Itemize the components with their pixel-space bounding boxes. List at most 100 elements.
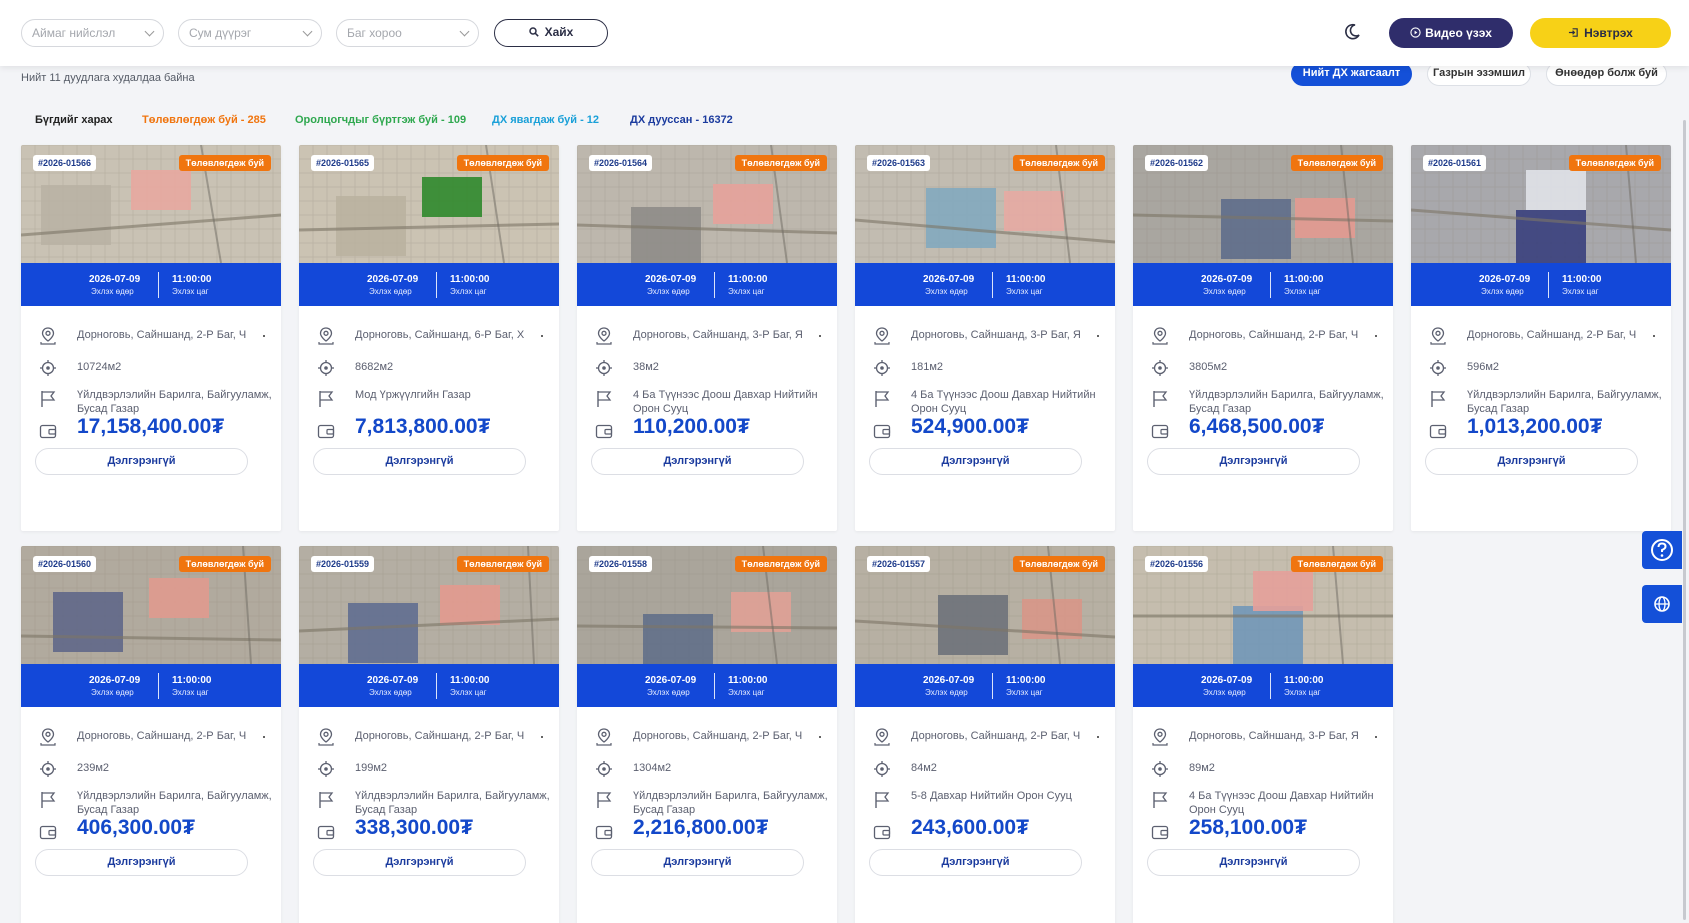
start-time-label: Эхлэх цаг [172, 688, 209, 697]
details-button[interactable]: Дэлгэрэнгүй [869, 849, 1082, 876]
details-button[interactable]: Дэлгэрэнгүй [313, 849, 526, 876]
auction-card[interactable]: #2026-01564 Төлөвлөгдөж буй 2026-07-09 Э… [577, 145, 837, 531]
map-pin-icon [1430, 327, 1446, 345]
map-pin-icon [318, 327, 334, 345]
price-text: 406,300.00₮ [77, 816, 195, 839]
location-text: Дорноговь, Сайншанд, 2-Р Баг, Ч [77, 329, 247, 341]
province-select[interactable]: Аймаг нийслэл [21, 19, 164, 47]
status-badge: Төлөвлөгдөж буй [734, 155, 827, 171]
land-use-text: Үйлдвэрлэлийн Барилга, Байгууламж, Бусад… [77, 389, 272, 415]
auction-card[interactable]: #2026-01559 Төлөвлөгдөж буй 2026-07-09 Э… [299, 546, 559, 923]
auction-card[interactable]: #2026-01560 Төлөвлөгдөж буй 2026-07-09 Э… [21, 546, 281, 923]
divider [992, 673, 993, 699]
watch-video-button[interactable]: Видео үзэх [1389, 18, 1513, 48]
auction-card[interactable]: #2026-01557 Төлөвлөгдөж буй 2026-07-09 Э… [855, 546, 1115, 923]
help-button[interactable] [1642, 531, 1682, 569]
login-icon [1569, 28, 1578, 37]
auction-card[interactable]: #2026-01561 Төлөвлөгдөж буй 2026-07-09 Э… [1411, 145, 1671, 531]
location-text: Дорноговь, Сайншанд, 3-Р Баг, Я [911, 329, 1081, 341]
start-date-label: Эхлэх өдөр [91, 287, 134, 296]
filter-finished[interactable]: ДХ дууссан - 16372 [630, 114, 733, 126]
price-text: 2,216,800.00₮ [633, 816, 769, 839]
details-button[interactable]: Дэлгэрэнгүй [591, 849, 804, 876]
status-badge: Төлөвлөгдөж буй [456, 556, 549, 572]
province-select-value: Аймаг нийслэл [32, 26, 116, 40]
auction-card[interactable]: #2026-01556 Төлөвлөгдөж буй 2026-07-09 Э… [1133, 546, 1393, 923]
filter-registering[interactable]: Оролцогчдыг бүртгэж буй - 109 [295, 114, 466, 126]
more-dot [819, 736, 821, 738]
help-circle-icon [1651, 539, 1673, 561]
status-badge: Төлөвлөгдөж буй [178, 556, 271, 572]
start-date-label: Эхлэх өдөр [925, 688, 968, 697]
language-button[interactable] [1642, 585, 1682, 623]
details-button[interactable]: Дэлгэрэнгүй [313, 448, 526, 475]
map-pin-icon [40, 728, 56, 746]
start-date: 2026-07-09 [1201, 274, 1253, 285]
moon-icon[interactable] [1342, 22, 1362, 42]
location-text: Дорноговь, Сайншанд, 2-Р Баг, Ч [355, 730, 525, 742]
auction-id-badge: #2026-01561 [1423, 155, 1487, 171]
start-time-label: Эхлэх цаг [1284, 688, 1321, 697]
more-dot [1097, 736, 1099, 738]
area-text: 8682м2 [355, 361, 394, 373]
auction-card[interactable]: #2026-01566 Төлөвлөгдөж буй 2026-07-09 Э… [21, 145, 281, 531]
status-badge: Төлөвлөгдөж буй [1012, 155, 1105, 171]
wallet-icon [1429, 424, 1447, 439]
details-button[interactable]: Дэлгэрэнгүй [869, 448, 1082, 475]
auction-card[interactable]: #2026-01562 Төлөвлөгдөж буй 2026-07-09 Э… [1133, 145, 1393, 531]
crosshair-icon [1430, 360, 1446, 376]
chevron-down-icon [459, 26, 470, 37]
details-button[interactable]: Дэлгэрэнгүй [1147, 448, 1360, 475]
start-date: 2026-07-09 [367, 274, 419, 285]
details-button[interactable]: Дэлгэрэнгүй [1147, 849, 1360, 876]
divider [158, 272, 159, 298]
subdistrict-select-value: Баг хороо [347, 26, 402, 40]
start-date: 2026-07-09 [367, 675, 419, 686]
start-date-label: Эхлэх өдөр [369, 688, 412, 697]
login-button[interactable]: Нэвтрэх [1530, 18, 1671, 48]
search-button[interactable]: Хайх [494, 19, 608, 47]
start-time-label: Эхлэх цаг [728, 287, 765, 296]
filter-ongoing[interactable]: ДХ явагдаж буй - 12 [492, 114, 599, 126]
divider [158, 673, 159, 699]
filter-planning[interactable]: Төлөвлөгдөж буй - 285 [142, 114, 266, 126]
start-date-label: Эхлэх өдөр [369, 287, 412, 296]
district-select[interactable]: Сум дүүрэг [178, 19, 322, 47]
chevron-down-icon [144, 26, 155, 37]
start-date-label: Эхлэх өдөр [647, 688, 690, 697]
schedule-band: 2026-07-09 Эхлэх өдөр 11:00:00 Эхлэх цаг [21, 664, 281, 707]
start-date-label: Эхлэх өдөр [1203, 688, 1246, 697]
wallet-icon [1151, 825, 1169, 840]
price-text: 17,158,400.00₮ [77, 415, 225, 438]
price-text: 258,100.00₮ [1189, 816, 1307, 839]
status-badge: Төлөвлөгдөж буй [1290, 155, 1383, 171]
scrollbar[interactable] [1683, 120, 1686, 920]
location-text: Дорноговь, Сайншанд, 2-Р Баг, Ч [1467, 329, 1637, 341]
details-button[interactable]: Дэлгэрэнгүй [35, 849, 248, 876]
location-text: Дорноговь, Сайншанд, 6-Р Баг, Х [355, 329, 525, 341]
start-time-label: Эхлэх цаг [1562, 287, 1599, 296]
land-use-text: 4 Ба Түүнээс Доош Давхар Нийтийн Орон Су… [911, 389, 1096, 415]
details-button[interactable]: Дэлгэрэнгүй [591, 448, 804, 475]
auction-id-badge: #2026-01558 [589, 556, 653, 572]
subdistrict-select[interactable]: Баг хороо [336, 19, 479, 47]
schedule-band: 2026-07-09 Эхлэх өдөр 11:00:00 Эхлэх цаг [855, 664, 1115, 707]
area-text: 38м2 [633, 361, 659, 373]
wallet-icon [39, 424, 57, 439]
filter-all[interactable]: Бүгдийг харах [35, 114, 113, 126]
auction-card[interactable]: #2026-01558 Төлөвлөгдөж буй 2026-07-09 Э… [577, 546, 837, 923]
details-button[interactable]: Дэлгэрэнгүй [1425, 448, 1638, 475]
details-button[interactable]: Дэлгэрэнгүй [35, 448, 248, 475]
start-date-label: Эхлэх өдөр [925, 287, 968, 296]
map-pin-icon [596, 728, 612, 746]
crosshair-icon [1152, 761, 1168, 777]
start-time-label: Эхлэх цаг [450, 287, 487, 296]
search-button-label: Хайх [544, 25, 574, 39]
start-date: 2026-07-09 [645, 675, 697, 686]
wallet-icon [873, 424, 891, 439]
auction-card[interactable]: #2026-01563 Төлөвлөгдөж буй 2026-07-09 Э… [855, 145, 1115, 531]
divider [1548, 272, 1549, 298]
crosshair-icon [1152, 360, 1168, 376]
location-text: Дорноговь, Сайншанд, 2-Р Баг, Ч [633, 730, 803, 742]
auction-card[interactable]: #2026-01565 Төлөвлөгдөж буй 2026-07-09 Э… [299, 145, 559, 531]
